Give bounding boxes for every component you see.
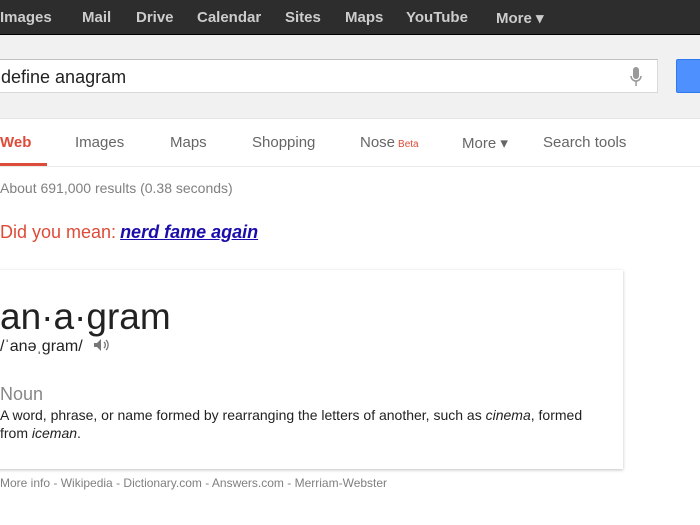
search-tabs: Web Images Maps Shopping Nose Beta More ▾… <box>0 119 700 167</box>
search-input[interactable]: define anagram <box>0 59 658 93</box>
source-links: More info - Wikipedia - Dictionary.com -… <box>0 476 387 490</box>
tab-web[interactable]: Web <box>0 134 31 151</box>
separator: - <box>201 476 212 490</box>
pronunciation-text: /ˈanəˌgram/ <box>0 338 83 355</box>
nav-sites[interactable]: Sites <box>285 9 321 26</box>
example-word: iceman <box>31 425 78 441</box>
definition-text: A word, phrase, or name formed by rearra… <box>0 406 610 442</box>
part-of-speech: Noun <box>0 384 44 404</box>
nav-youtube[interactable]: YouTube <box>406 9 468 26</box>
search-button[interactable] <box>676 59 700 93</box>
example-word: cinema <box>485 407 531 423</box>
tab-search-tools[interactable]: Search tools <box>543 134 626 151</box>
nav-mail[interactable]: Mail <box>82 9 111 26</box>
nav-maps[interactable]: Maps <box>345 9 383 26</box>
separator: - <box>283 476 295 490</box>
did-you-mean-label: Did you mean: <box>0 222 117 242</box>
link-dictionary[interactable]: Dictionary.com <box>123 476 201 490</box>
def-part: A word, phrase, or name formed by rearra… <box>0 407 486 423</box>
headword: an·a·gram <box>0 296 171 337</box>
speaker-icon[interactable] <box>93 338 111 352</box>
definition-card: an·a·gram /ˈanəˌgram/ Noun A word, phras… <box>0 270 623 469</box>
pronunciation: /ˈanəˌgram/ <box>0 338 111 356</box>
nav-images[interactable]: Images <box>0 9 52 26</box>
tab-shopping[interactable]: Shopping <box>252 134 315 151</box>
result-stats: About 691,000 results (0.38 seconds) <box>0 180 233 196</box>
tab-nose[interactable]: Nose Beta <box>360 134 419 151</box>
search-query: define anagram <box>1 67 127 87</box>
top-nav-bar: Images Mail Drive Calendar Sites Maps Yo… <box>0 0 700 35</box>
def-part: . <box>77 425 81 441</box>
did-you-mean: Did you mean: nerd fame again <box>0 222 258 243</box>
tab-more[interactable]: More ▾ <box>462 134 508 152</box>
separator: - <box>112 476 124 490</box>
tab-maps[interactable]: Maps <box>170 134 207 151</box>
nav-more[interactable]: More ▾ <box>496 9 544 27</box>
beta-badge: Beta <box>398 139 419 150</box>
tab-nose-label: Nose <box>360 134 396 151</box>
link-more-info[interactable]: More info <box>0 476 50 490</box>
tab-images[interactable]: Images <box>75 134 124 151</box>
link-answers[interactable]: Answers.com <box>212 476 284 490</box>
active-tab-indicator <box>0 163 47 166</box>
link-merriam-webster[interactable]: Merriam-Webster <box>295 476 387 490</box>
microphone-icon[interactable] <box>629 67 643 87</box>
link-wikipedia[interactable]: Wikipedia <box>61 476 113 490</box>
separator: - <box>50 476 61 490</box>
nav-calendar[interactable]: Calendar <box>197 9 261 26</box>
nav-drive[interactable]: Drive <box>136 9 174 26</box>
spelling-suggestion-link[interactable]: nerd fame again <box>120 222 258 242</box>
search-header: define anagram <box>0 35 700 119</box>
